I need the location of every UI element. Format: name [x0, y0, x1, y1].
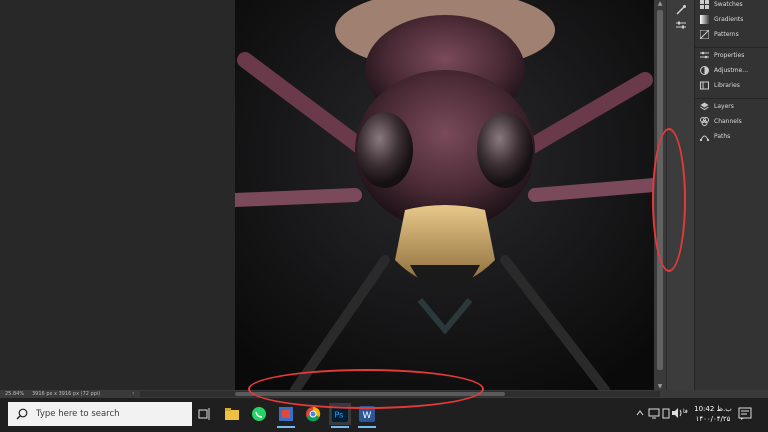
active-indicator — [331, 426, 349, 428]
search-icon — [16, 408, 28, 420]
scroll-up-arrow-icon[interactable]: ▲ — [656, 0, 664, 7]
file-explorer-button[interactable] — [221, 403, 243, 425]
svg-text:Ps: Ps — [335, 411, 344, 420]
scroll-left-arrow-icon[interactable]: ‹ — [132, 390, 134, 397]
panel-gradients[interactable]: Gradients — [695, 12, 768, 27]
layers-icon — [699, 102, 709, 112]
panel-layers[interactable]: Layers — [695, 99, 768, 114]
properties-icon — [699, 51, 709, 61]
brush-icon[interactable] — [675, 4, 687, 16]
channels-icon — [699, 117, 709, 127]
screen: ▲ ▼ Swatches Gradients Patterns Properti… — [0, 0, 768, 432]
patterns-icon — [699, 30, 709, 40]
panel-swatches[interactable]: Swatches — [695, 0, 768, 12]
panel-label: Paths — [714, 133, 731, 140]
whatsapp-button[interactable] — [248, 403, 270, 425]
app-icon — [279, 407, 293, 421]
active-indicator — [277, 426, 295, 428]
swatches-icon — [699, 0, 709, 10]
active-indicator — [358, 426, 376, 428]
panel-properties[interactable]: Properties — [695, 48, 768, 63]
language-indicator[interactable]: فا — [683, 408, 688, 415]
adjustments-icon — [699, 66, 709, 76]
panel-label: Patterns — [714, 31, 739, 38]
search-placeholder: Type here to search — [36, 409, 120, 419]
volume-icon[interactable] — [671, 407, 683, 419]
zoom-level[interactable]: 25.84% — [5, 391, 24, 397]
adjust-sliders-icon[interactable] — [675, 19, 687, 31]
panel-label: Libraries — [714, 82, 740, 89]
panel-label: Gradients — [714, 16, 744, 23]
libraries-icon — [699, 81, 709, 91]
document-image[interactable] — [235, 0, 654, 390]
chrome-icon — [306, 406, 321, 422]
panel-label: Properties — [714, 52, 745, 59]
gradients-icon — [699, 15, 709, 25]
task-view-icon — [198, 408, 210, 420]
paths-icon — [699, 132, 709, 142]
right-panels: Swatches Gradients Patterns Properties A… — [694, 0, 768, 390]
panel-label: Swatches — [714, 1, 743, 8]
panel-label: Adjustme... — [714, 67, 749, 74]
panel-paths[interactable]: Paths — [695, 129, 768, 144]
battery-icon[interactable] — [662, 407, 670, 419]
whatsapp-icon — [252, 407, 266, 421]
panel-group-swatches: Swatches Gradients Patterns — [695, 0, 768, 42]
beetle-photo — [235, 0, 654, 390]
notification-icon[interactable] — [738, 407, 752, 421]
document-info[interactable]: 3916 px x 3916 px (72 ppi) — [32, 391, 100, 397]
app-button[interactable] — [275, 403, 297, 428]
panel-libraries[interactable]: Libraries — [695, 78, 768, 93]
panel-channels[interactable]: Channels — [695, 114, 768, 129]
scroll-down-arrow-icon[interactable]: ▼ — [656, 383, 664, 390]
panel-patterns[interactable]: Patterns — [695, 27, 768, 42]
task-view-button[interactable] — [194, 403, 216, 425]
chevron-up-icon[interactable] — [636, 409, 644, 417]
photoshop-canvas-area[interactable]: ▲ ▼ — [0, 0, 666, 390]
annotation-circle-horizontal-scrollbar — [248, 369, 484, 409]
panel-group-properties: Properties Adjustme... Libraries — [695, 47, 768, 93]
annotation-circle-vertical-scrollbar — [652, 128, 686, 272]
system-clock[interactable]: 10:42 ب.ظ ۱۴۰۰/۰۴/۲۵ — [692, 404, 734, 424]
panel-group-layers: Layers Channels Paths — [695, 98, 768, 144]
svg-text:W: W — [363, 411, 372, 421]
clock-date: ۱۴۰۰/۰۴/۲۵ — [695, 415, 731, 423]
panel-label: Channels — [714, 118, 742, 125]
folder-icon — [225, 408, 239, 420]
network-icon[interactable] — [648, 407, 660, 419]
panel-adjustments[interactable]: Adjustme... — [695, 63, 768, 78]
clock-time: 10:42 ب.ظ — [694, 405, 732, 413]
taskbar-search-box[interactable]: Type here to search — [8, 402, 192, 426]
panel-label: Layers — [714, 103, 734, 110]
